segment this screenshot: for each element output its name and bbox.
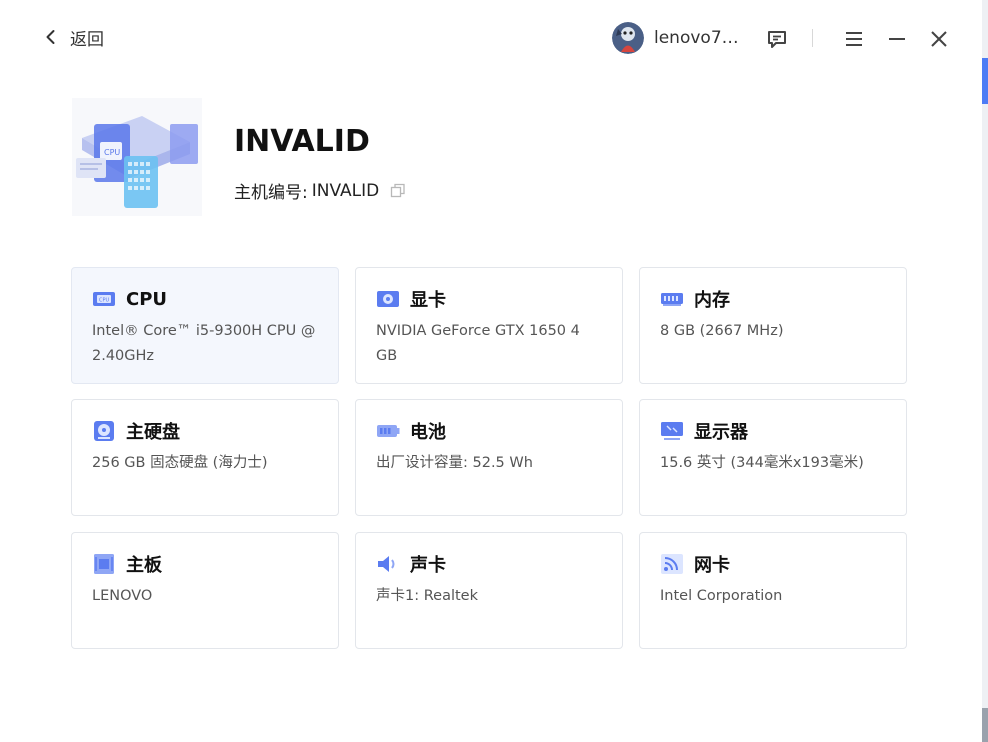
card-value: 256 GB 固态硬盘 (海力士)	[92, 455, 268, 471]
card-title: CPU	[126, 288, 168, 310]
edge-scrollbar[interactable]	[982, 708, 988, 742]
card-value: LENOVO	[92, 588, 153, 604]
card-gpu[interactable]: 显卡 NVIDIA GeForce GTX 1650 4 GB	[355, 267, 623, 384]
card-value: 8 GB (2667 MHz)	[660, 323, 784, 339]
edge-accent	[982, 58, 988, 104]
minimize-button[interactable]	[884, 26, 910, 52]
close-icon	[931, 31, 947, 47]
card-title: 主板	[126, 555, 162, 576]
card-cpu[interactable]: CPU CPU Intel® Core™ i5-9300H CPU @ 2.40…	[71, 267, 339, 384]
menu-icon	[846, 32, 862, 46]
card-value: 出厂设计容量: 52.5 Wh	[376, 455, 533, 471]
battery-icon	[376, 420, 400, 442]
device-name: INVALID	[234, 124, 370, 159]
wifi-icon	[660, 553, 684, 575]
card-title: 主硬盘	[126, 422, 180, 443]
copy-icon[interactable]	[389, 182, 407, 200]
avatar	[612, 22, 644, 54]
cpu-icon: CPU	[92, 288, 116, 310]
memory-icon	[660, 288, 684, 310]
card-network[interactable]: 网卡 Intel Corporation	[639, 532, 907, 649]
card-memory[interactable]: 内存 8 GB (2667 MHz)	[639, 267, 907, 384]
hardware-info-window: 返回 lenovo7… CPU INVALID 主机编号: INVALID CP…	[0, 0, 982, 742]
host-id-row: 主机编号: INVALID	[234, 178, 407, 203]
menu-button[interactable]	[841, 26, 867, 52]
back-button[interactable]: 返回	[42, 22, 104, 52]
gpu-icon	[376, 288, 400, 310]
svg-text:CPU: CPU	[99, 298, 110, 304]
card-title: 显卡	[410, 290, 446, 311]
card-value: 声卡1: Realtek	[376, 588, 478, 604]
chevron-left-icon	[46, 30, 55, 44]
motherboard-icon	[92, 553, 116, 575]
host-id-value: INVALID	[311, 180, 380, 201]
card-sound[interactable]: 声卡 声卡1: Realtek	[355, 532, 623, 649]
user-account[interactable]: lenovo7…	[612, 22, 739, 54]
card-battery[interactable]: 电池 出厂设计容量: 52.5 Wh	[355, 399, 623, 516]
card-title: 内存	[694, 290, 730, 311]
card-disk[interactable]: 主硬盘 256 GB 固态硬盘 (海力士)	[71, 399, 339, 516]
close-button[interactable]	[926, 26, 952, 52]
card-value: 15.6 英寸 (344毫米x193毫米)	[660, 455, 864, 471]
disk-icon	[92, 420, 116, 442]
toolbar-divider	[812, 29, 813, 47]
card-title: 声卡	[410, 555, 446, 576]
window-edge	[982, 0, 988, 742]
host-id-label: 主机编号:	[234, 183, 308, 203]
card-title: 网卡	[694, 555, 730, 576]
card-value: NVIDIA GeForce GTX 1650 4 GB	[376, 323, 580, 364]
card-value: Intel® Core™ i5-9300H CPU @ 2.40GHz	[92, 323, 316, 364]
card-title: 电池	[410, 422, 446, 443]
minimize-icon	[889, 38, 905, 40]
card-monitor[interactable]: 显示器 15.6 英寸 (344毫米x193毫米)	[639, 399, 907, 516]
svg-text:CPU: CPU	[104, 148, 120, 157]
monitor-icon	[660, 420, 684, 442]
computer-illustration: CPU	[72, 98, 202, 216]
card-title: 显示器	[694, 422, 748, 443]
feedback-button[interactable]	[764, 26, 790, 52]
feedback-icon	[768, 31, 786, 48]
speaker-icon	[376, 553, 400, 575]
card-value: Intel Corporation	[660, 588, 783, 604]
username: lenovo7…	[654, 28, 739, 48]
back-label: 返回	[70, 29, 104, 50]
card-motherboard[interactable]: 主板 LENOVO	[71, 532, 339, 649]
